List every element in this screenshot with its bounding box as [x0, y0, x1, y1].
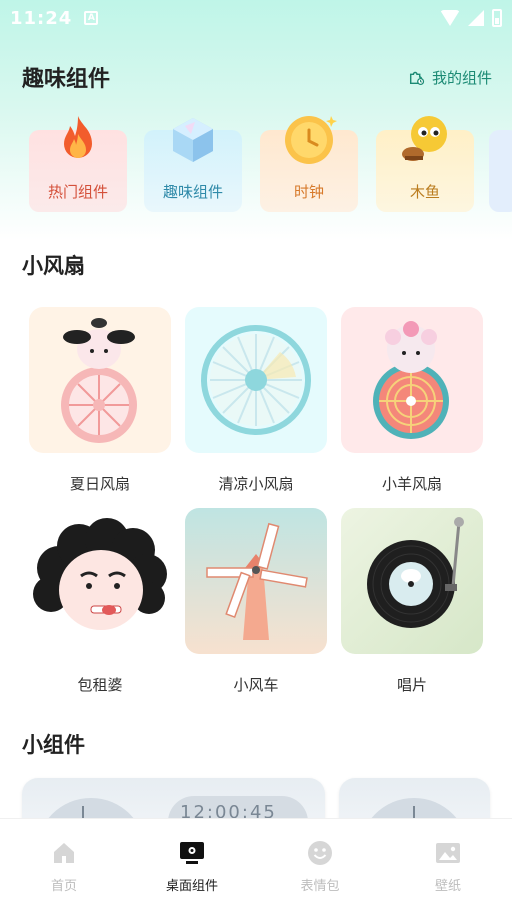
category-row: 热门组件 趣味组件 时钟 木鱼 — [0, 110, 512, 220]
puzzle-icon — [409, 71, 425, 86]
blue-fan-icon — [201, 325, 311, 435]
smiley-icon — [308, 841, 332, 865]
bottom-navigation: 首页 桌面组件 表情包 壁纸 — [0, 818, 512, 910]
widget-label: 包租婆 — [77, 676, 123, 694]
widget-label: 唱片 — [396, 676, 427, 694]
vinyl-record-icon — [367, 517, 464, 628]
desktop-widget-icon — [180, 842, 204, 864]
category-hot[interactable]: 热门组件 — [29, 116, 127, 212]
my-widgets-button[interactable]: 我的组件 — [408, 67, 492, 88]
wooden-fish-icon — [402, 116, 447, 161]
widget-label: 夏日风扇 — [69, 475, 130, 493]
widget-windmill[interactable]: 小风车 — [185, 508, 327, 695]
category-label: 时钟 — [293, 183, 324, 201]
landlady-icon — [33, 518, 167, 630]
wifi-icon — [440, 10, 460, 26]
page-header: 趣味组件 我的组件 — [22, 60, 492, 94]
widget-summer-fan[interactable]: 夏日风扇 — [29, 307, 171, 494]
nav-desktop-widgets[interactable]: 桌面组件 — [128, 819, 256, 910]
nav-label: 表情包 — [300, 879, 340, 894]
category-label: 木鱼 — [409, 183, 440, 201]
widgets-section-title: 小组件 — [22, 733, 85, 757]
widget-cool-fan[interactable]: 清凉小风扇 — [185, 307, 327, 494]
nav-label: 壁纸 — [434, 879, 461, 894]
windmill-icon — [206, 522, 308, 640]
widget-label: 清凉小风扇 — [218, 475, 294, 493]
image-icon — [436, 843, 460, 863]
flame-icon — [64, 116, 92, 158]
category-label: 热门组件 — [47, 183, 108, 201]
dog-fan-icon — [61, 318, 137, 443]
category-wooden-fish[interactable]: 木鱼 — [376, 116, 474, 212]
battery-icon — [492, 9, 502, 27]
sheep-fan-icon — [373, 321, 449, 439]
status-time: 11:24 — [10, 7, 73, 29]
signal-icon — [468, 10, 484, 26]
category-label: 趣味组件 — [162, 183, 223, 201]
widget-sheep-fan[interactable]: 小羊风扇 — [341, 307, 483, 494]
nav-wallpaper[interactable]: 壁纸 — [384, 819, 512, 910]
category-fun[interactable]: 趣味组件 — [144, 118, 242, 212]
nav-label: 首页 — [50, 879, 77, 894]
clock-icon — [285, 116, 337, 164]
nav-label: 桌面组件 — [165, 879, 218, 894]
widget-landlady[interactable]: 包租婆 — [29, 508, 171, 695]
notification-icon: A — [84, 11, 99, 25]
status-bar: 11:24 A — [0, 0, 512, 36]
fan-section-title: 小风扇 — [22, 254, 85, 278]
page-title: 趣味组件 — [22, 67, 111, 92]
widget-label: 小羊风扇 — [381, 475, 442, 493]
home-icon — [54, 843, 74, 863]
my-widgets-label: 我的组件 — [431, 68, 492, 87]
nav-home[interactable]: 首页 — [0, 819, 128, 910]
nav-stickers[interactable]: 表情包 — [256, 819, 384, 910]
category-more-partial[interactable] — [489, 130, 512, 212]
category-clock[interactable]: 时钟 — [260, 116, 358, 212]
crystal-cube-icon — [173, 118, 213, 162]
widget-record[interactable]: 唱片 — [341, 508, 483, 695]
widget-label: 小风车 — [233, 676, 279, 694]
